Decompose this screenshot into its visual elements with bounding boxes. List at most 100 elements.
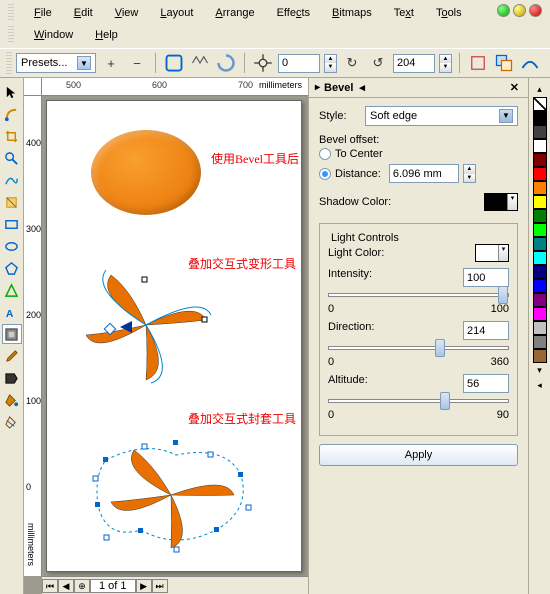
convert-curves-icon[interactable] (519, 52, 541, 74)
rotate-cw-icon[interactable]: ↻ (341, 52, 363, 74)
distort-twister-icon[interactable] (215, 52, 237, 74)
color-swatch[interactable] (533, 223, 547, 237)
distance-spinner[interactable]: ▲▼ (463, 164, 476, 183)
shadow-color-picker[interactable]: ▾ (484, 193, 518, 211)
canvas-area[interactable]: 500 600 700 millimeters 400 300 200 100 … (24, 78, 308, 594)
color-swatch[interactable] (533, 335, 547, 349)
menu-layout[interactable]: Layout (154, 5, 199, 21)
rotation-spinner[interactable]: ▲▼ (324, 54, 337, 73)
maximize-button[interactable] (513, 4, 526, 17)
color-swatch[interactable] (533, 181, 547, 195)
color-swatch[interactable] (533, 125, 547, 139)
light-color-picker[interactable]: ▾ (475, 244, 509, 262)
radio-icon[interactable] (319, 148, 331, 160)
docker-expand-icon[interactable]: ▸ (315, 82, 320, 93)
copy-properties-icon[interactable] (493, 52, 515, 74)
presets-combo[interactable]: Presets... ▼ (16, 53, 96, 73)
radio-icon[interactable] (319, 168, 331, 180)
outline-tool[interactable] (2, 368, 22, 388)
palette-flyout-icon[interactable]: ◂ (537, 380, 542, 391)
direction-slider[interactable] (328, 346, 509, 350)
menu-text[interactable]: Text (388, 5, 420, 21)
ruler-vertical[interactable]: 400 300 200 100 0 millimeters (24, 96, 42, 576)
ellipse-tool[interactable] (2, 236, 22, 256)
intensity-slider[interactable] (328, 293, 509, 297)
page-first-button[interactable]: ⏮ (42, 579, 58, 593)
page-last-button[interactable]: ⏭ (152, 579, 168, 593)
envelope-swirl-shape[interactable] (86, 430, 256, 560)
style-combo[interactable]: Soft edge ▼ (365, 106, 518, 126)
menu-window[interactable]: Window (28, 27, 79, 43)
page-add-button[interactable]: ⊕ (74, 579, 90, 593)
smart-fill-tool[interactable] (2, 192, 22, 212)
menu-handle[interactable] (8, 4, 14, 22)
color-swatch[interactable] (533, 349, 547, 363)
clear-distort-icon[interactable] (467, 52, 489, 74)
pick-tool[interactable] (2, 82, 22, 102)
color-swatch[interactable] (533, 195, 547, 209)
palette-up-icon[interactable]: ▴ (537, 84, 542, 95)
chevron-down-icon[interactable]: ▼ (77, 56, 91, 70)
menu-view[interactable]: View (109, 5, 145, 21)
crop-tool[interactable] (2, 126, 22, 146)
distort-push-icon[interactable] (163, 52, 185, 74)
eyedropper-tool[interactable] (2, 346, 22, 366)
ruler-horizontal[interactable]: 500 600 700 millimeters (42, 78, 308, 96)
page-prev-button[interactable]: ◀ (58, 579, 74, 593)
chevron-down-icon[interactable]: ▼ (499, 109, 513, 123)
intensity-input[interactable] (463, 268, 509, 287)
amplitude-spinner[interactable]: ▲▼ (439, 54, 452, 73)
rotate-ccw-icon[interactable]: ↺ (367, 52, 389, 74)
color-swatch[interactable] (533, 279, 547, 293)
color-swatch[interactable] (533, 293, 547, 307)
rectangle-tool[interactable] (2, 214, 22, 234)
text-tool[interactable]: A (2, 302, 22, 322)
menu-arrange[interactable]: Arrange (209, 5, 260, 21)
basic-shapes-tool[interactable] (2, 280, 22, 300)
color-swatch[interactable] (533, 167, 547, 181)
center-icon[interactable] (252, 52, 274, 74)
bevel-ellipse-shape[interactable] (91, 130, 201, 215)
interactive-fill-tool[interactable] (2, 412, 22, 432)
preset-add-button[interactable]: + (100, 52, 122, 74)
interactive-tool[interactable] (2, 324, 22, 344)
color-swatch[interactable] (533, 265, 547, 279)
docker-close-icon[interactable]: ✕ (507, 81, 522, 94)
color-swatch[interactable] (533, 153, 547, 167)
fill-tool[interactable] (2, 390, 22, 410)
preset-remove-button[interactable]: − (126, 52, 148, 74)
menu-tools[interactable]: Tools (430, 5, 468, 21)
menu-effects[interactable]: Effects (271, 5, 316, 21)
close-button[interactable] (529, 4, 542, 17)
palette-down-icon[interactable]: ▾ (537, 365, 542, 376)
menu-bitmaps[interactable]: Bitmaps (326, 5, 378, 21)
altitude-slider[interactable] (328, 399, 509, 403)
no-color-swatch[interactable] (533, 97, 547, 111)
zoom-tool[interactable] (2, 148, 22, 168)
shape-tool[interactable] (2, 104, 22, 124)
drawing-page[interactable]: 使用Bevel工具后 叠加交互式变形工具 叠加交互式封套工具 (46, 100, 302, 572)
distort-zipper-icon[interactable] (189, 52, 211, 74)
color-swatch[interactable] (533, 251, 547, 265)
radio-tocenter[interactable]: To Center (319, 146, 518, 162)
toolbar-handle[interactable] (6, 52, 12, 74)
apply-button[interactable]: Apply (319, 444, 518, 466)
menu-handle[interactable] (8, 26, 14, 44)
polygon-tool[interactable] (2, 258, 22, 278)
radio-distance[interactable]: Distance: ▲▼ (319, 162, 518, 185)
rotation-input[interactable] (278, 54, 320, 73)
distort-swirl-shape[interactable] (76, 265, 216, 385)
color-swatch[interactable] (533, 209, 547, 223)
menu-help[interactable]: Help (89, 27, 124, 43)
color-swatch[interactable] (533, 111, 547, 125)
color-swatch[interactable] (533, 139, 547, 153)
freehand-tool[interactable] (2, 170, 22, 190)
direction-input[interactable] (463, 321, 509, 340)
altitude-input[interactable] (463, 374, 509, 393)
distance-input[interactable] (389, 164, 459, 183)
menu-edit[interactable]: Edit (68, 5, 99, 21)
color-swatch[interactable] (533, 307, 547, 321)
color-swatch[interactable] (533, 237, 547, 251)
docker-titlebar[interactable]: ▸ Bevel ◂ ✕ (309, 78, 528, 98)
page-next-button[interactable]: ▶ (136, 579, 152, 593)
